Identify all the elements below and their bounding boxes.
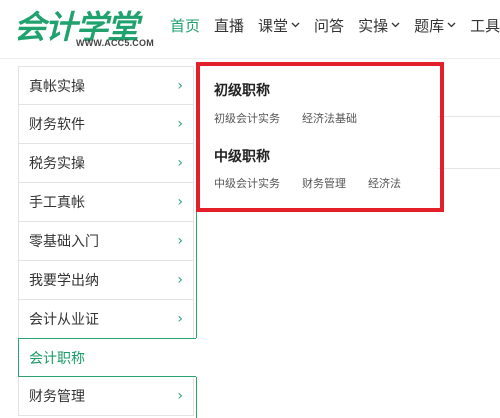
- panel-divider: [438, 168, 500, 169]
- sidebar-item-accounting-title[interactable]: 会计职称: [18, 338, 196, 377]
- nav-item-practice[interactable]: 实操: [358, 15, 400, 36]
- main-nav: 首页 直播 课堂 问答 实操 题库 工具: [170, 14, 500, 36]
- chevron-down-icon: [391, 22, 400, 28]
- site-header: 会计学堂 WWW.ACC5.COM 首页 直播 课堂 问答 实操 题库 工具: [0, 0, 500, 58]
- nav-label: 首页: [170, 16, 201, 35]
- sidebar-item-tax-practice[interactable]: 税务实操 ›: [18, 144, 194, 183]
- sidebar-item-label: 我要学出纳: [29, 273, 99, 289]
- sidebar-item-real-accounts[interactable]: 真帐实操 ›: [18, 66, 194, 105]
- sidebar-item-label: 真帐实操: [29, 78, 85, 95]
- chevron-down-icon: [291, 22, 300, 28]
- chevron-right-icon: ›: [177, 194, 183, 210]
- sidebar-item-label: 财务管理: [29, 389, 85, 405]
- chevron-right-icon: ›: [177, 311, 183, 327]
- nav-item-qa[interactable]: 问答: [314, 15, 344, 36]
- sidebar-item-label: 税务实操: [29, 156, 85, 172]
- annotation-highlight-box: [196, 62, 444, 212]
- nav-item-tools[interactable]: 工具: [470, 15, 500, 36]
- chevron-right-icon: ›: [177, 233, 183, 249]
- chevron-down-icon: [447, 22, 456, 28]
- sidebar-item-label: 零基础入门: [29, 234, 99, 250]
- header-divider: [0, 58, 500, 59]
- chevron-right-icon: ›: [177, 155, 183, 171]
- sidebar-item-label: 会计从业证: [29, 312, 99, 328]
- sidebar-item-cashier[interactable]: 我要学出纳 ›: [18, 261, 194, 300]
- panel-divider: [438, 116, 500, 117]
- sidebar-item-manual-accounts[interactable]: 手工真帐 ›: [18, 183, 194, 222]
- nav-label: 工具: [470, 16, 500, 35]
- nav-label: 题库: [414, 16, 445, 35]
- nav-label: 直播: [214, 16, 245, 35]
- sidebar-item-beginner[interactable]: 零基础入门 ›: [18, 222, 194, 261]
- logo-url: WWW.ACC5.COM: [76, 38, 154, 48]
- chevron-right-icon: ›: [177, 77, 183, 94]
- sidebar-item-label: 财务软件: [29, 117, 85, 133]
- chevron-right-icon: ›: [177, 116, 183, 132]
- nav-label: 课堂: [258, 16, 289, 35]
- nav-label: 问答: [314, 16, 345, 35]
- sidebar-item-accounting-certificate[interactable]: 会计从业证 ›: [18, 300, 194, 339]
- nav-item-classroom[interactable]: 课堂: [258, 15, 300, 36]
- sidebar-item-label: 会计职称: [29, 350, 85, 367]
- category-sidebar: 真帐实操 › 财务软件 › 税务实操 › 手工真帐 › 零基础入门 › 我要学出…: [18, 66, 196, 418]
- nav-item-question-bank[interactable]: 题库: [414, 15, 456, 36]
- nav-label: 实操: [358, 16, 389, 35]
- panel-left-border-lower: [196, 377, 197, 418]
- nav-item-live[interactable]: 直播: [214, 15, 244, 36]
- chevron-right-icon: ›: [177, 272, 183, 288]
- sidebar-item-label: 手工真帐: [29, 195, 85, 211]
- nav-item-home[interactable]: 首页: [170, 15, 200, 36]
- chevron-right-icon: ›: [177, 388, 183, 404]
- sidebar-item-financial-management[interactable]: 财务管理 ›: [18, 377, 194, 416]
- sidebar-item-finance-software[interactable]: 财务软件 ›: [18, 105, 194, 144]
- site-logo[interactable]: 会计学堂 WWW.ACC5.COM: [14, 2, 164, 50]
